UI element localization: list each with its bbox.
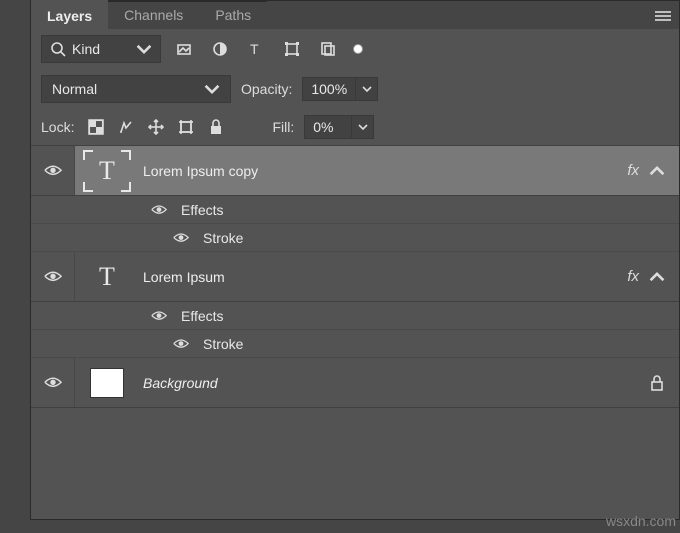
effects-header-row[interactable]: Effects: [31, 302, 679, 330]
filter-row: Kind T: [31, 29, 679, 69]
visibility-toggle[interactable]: [167, 338, 195, 349]
type-layer-icon: T: [99, 262, 115, 292]
layer-list: T Lorem Ipsum copy fx Effects Stroke: [31, 145, 679, 408]
filter-smartobject-icon[interactable]: [315, 36, 341, 62]
visibility-toggle[interactable]: [31, 146, 75, 195]
tab-bar: Layers Channels Paths: [31, 1, 679, 29]
chevron-down-icon: [136, 41, 152, 57]
effects-label: Effects: [181, 202, 224, 218]
lock-icon[interactable]: [649, 375, 665, 391]
blend-mode-value: Normal: [52, 81, 97, 97]
filter-kind-label: Kind: [72, 41, 100, 57]
type-layer-icon: T: [99, 156, 115, 186]
lock-position-icon[interactable]: [148, 119, 164, 135]
fx-badge[interactable]: fx: [627, 162, 639, 179]
panel-menu-button[interactable]: [655, 9, 671, 23]
filter-pixel-icon[interactable]: [171, 36, 197, 62]
tab-paths[interactable]: Paths: [199, 1, 267, 29]
tab-layers-label: Layers: [47, 8, 92, 24]
visibility-toggle[interactable]: [145, 310, 173, 321]
lock-row: Lock: Fill: 0%: [31, 109, 679, 145]
visibility-toggle[interactable]: [31, 358, 75, 407]
filter-kind-select[interactable]: Kind: [41, 35, 161, 63]
lock-image-icon[interactable]: [118, 119, 134, 135]
layer-thumbnail-type[interactable]: T: [85, 258, 129, 296]
fill-label: Fill:: [272, 119, 294, 135]
watermark: wsxdn.com: [606, 513, 676, 529]
opacity-label: Opacity:: [241, 81, 292, 97]
visibility-toggle[interactable]: [167, 232, 195, 243]
layer-thumbnail-type[interactable]: T: [85, 152, 129, 190]
layer-thumbnail[interactable]: [85, 364, 129, 402]
fill-dropdown-button[interactable]: [351, 116, 373, 138]
lock-transparency-icon[interactable]: [88, 119, 104, 135]
tab-channels-label: Channels: [124, 7, 183, 23]
fill-value: 0%: [305, 117, 351, 137]
layer-name[interactable]: Background: [143, 375, 218, 391]
fx-badge[interactable]: fx: [627, 268, 639, 285]
collapse-effects-icon[interactable]: [649, 163, 665, 179]
opacity-dropdown-button[interactable]: [355, 78, 377, 100]
lock-label: Lock:: [41, 119, 74, 135]
effects-header-row[interactable]: Effects: [31, 196, 679, 224]
lock-all-icon[interactable]: [208, 119, 224, 135]
collapse-effects-icon[interactable]: [649, 269, 665, 285]
filter-shape-icon[interactable]: [279, 36, 305, 62]
search-icon: [50, 41, 66, 57]
layer-row[interactable]: T Lorem Ipsum fx: [31, 252, 679, 302]
tab-layers[interactable]: Layers: [31, 0, 108, 29]
stroke-label: Stroke: [203, 336, 243, 352]
layer-row-background[interactable]: Background: [31, 358, 679, 408]
fill-field[interactable]: 0%: [304, 115, 374, 139]
opacity-field[interactable]: 100%: [302, 77, 378, 101]
layer-name[interactable]: Lorem Ipsum: [143, 269, 225, 285]
layer-row[interactable]: T Lorem Ipsum copy fx: [31, 146, 679, 196]
filter-toggle-switch[interactable]: [353, 44, 363, 54]
lock-artboard-icon[interactable]: [178, 119, 194, 135]
opacity-value: 100%: [303, 79, 355, 99]
visibility-toggle[interactable]: [145, 204, 173, 215]
effect-stroke-row[interactable]: Stroke: [31, 330, 679, 358]
layers-panel: Layers Channels Paths Kind T Normal Opac…: [30, 0, 680, 520]
svg-text:T: T: [250, 41, 259, 57]
background-thumbnail-swatch: [90, 368, 124, 398]
blend-row: Normal Opacity: 100%: [31, 69, 679, 109]
filter-adjustment-icon[interactable]: [207, 36, 233, 62]
effect-stroke-row[interactable]: Stroke: [31, 224, 679, 252]
stroke-label: Stroke: [203, 230, 243, 246]
tab-paths-label: Paths: [215, 7, 251, 23]
tab-channels[interactable]: Channels: [108, 1, 199, 29]
effects-label: Effects: [181, 308, 224, 324]
lock-buttons-group: [88, 119, 224, 135]
blend-mode-select[interactable]: Normal: [41, 75, 231, 103]
layer-name[interactable]: Lorem Ipsum copy: [143, 163, 258, 179]
visibility-toggle[interactable]: [31, 252, 75, 301]
filter-type-icon[interactable]: T: [243, 36, 269, 62]
chevron-down-icon: [204, 81, 220, 97]
